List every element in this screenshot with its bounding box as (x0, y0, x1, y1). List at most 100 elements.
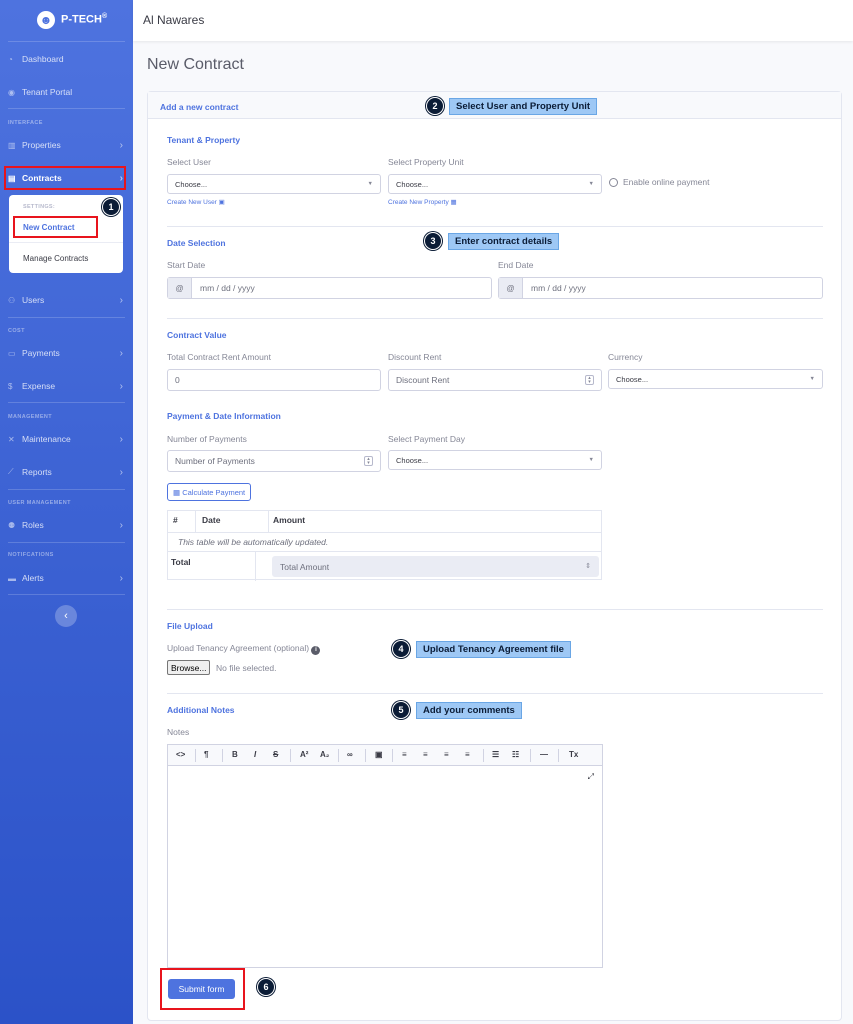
chevron-right-icon: › (119, 519, 123, 531)
dollar-icon: $ (8, 381, 13, 391)
callout-badge-6: 6 (257, 978, 275, 996)
section-tenant-property: Tenant & Property (167, 135, 241, 145)
bullet-list-icon[interactable]: ☰ (492, 750, 499, 759)
sidebar-divider (8, 41, 125, 42)
total-rent-label: Total Contract Rent Amount (167, 352, 271, 362)
calculate-payment-button[interactable]: ▦ Calculate Payment (167, 483, 252, 501)
sidebar-item-payments[interactable]: ▭ Payments › (8, 343, 125, 363)
roles-icon: ⚉ (8, 520, 16, 530)
strikethrough-icon[interactable]: S (273, 750, 278, 759)
callout-badge-2: 2 (426, 97, 444, 115)
currency-label: Currency (608, 352, 643, 362)
callout-upload-file: Upload Tenancy Agreement file (416, 641, 571, 658)
submenu-manage-contracts[interactable]: Manage Contracts (23, 254, 88, 263)
updown-icon: ⇕ (585, 563, 591, 570)
editor-toolbar: <> ¶ B I S A² A₂ ∞ ▣ ≡ ≡ ≡ ≡ ☰ ☷ — Tx (168, 745, 602, 766)
caret-down-icon: ▼ (588, 181, 594, 187)
start-date-input[interactable]: @ mm / dd / yyyy (167, 277, 492, 299)
user-name[interactable]: Al Nawares (143, 13, 204, 27)
align-right-icon[interactable]: ≡ (444, 750, 449, 759)
callout-select-user: Select User and Property Unit (449, 98, 598, 115)
sidebar-item-tenant-portal[interactable]: ◉ Tenant Portal (8, 82, 125, 102)
online-payment-radio[interactable] (609, 178, 618, 187)
section-divider (167, 609, 823, 610)
select-property-unit-dropdown[interactable]: Choose... ▼ (388, 174, 602, 194)
smiley-logo-icon[interactable]: ☻ (37, 11, 55, 29)
create-new-property-link[interactable]: Create New Property ▦ (388, 198, 457, 206)
money-icon: ▭ (8, 348, 16, 358)
brand-name[interactable]: P-TECH® (61, 13, 107, 26)
notes-editor[interactable]: <> ¶ B I S A² A₂ ∞ ▣ ≡ ≡ ≡ ≡ ☰ ☷ — Tx ⤢ (167, 744, 603, 968)
info-icon: i (311, 646, 321, 655)
justify-icon[interactable]: ≡ (465, 750, 470, 759)
sidebar-item-users[interactable]: ⚇ Users › (8, 290, 125, 310)
currency-dropdown[interactable]: Choose... ▼ (608, 369, 823, 389)
subscript-icon[interactable]: A₂ (320, 750, 329, 759)
callout-badge-4: 4 (392, 640, 410, 658)
sidebar-item-roles[interactable]: ⚉ Roles › (8, 515, 125, 535)
num-payments-label: Number of Payments (167, 434, 247, 444)
table-total-label: Total (171, 557, 191, 567)
chart-icon: ⟋ (8, 467, 14, 476)
total-amount-input: Total Amount ⇕ (272, 556, 599, 577)
discount-rent-input[interactable]: Discount Rent ▴ ▾ (388, 369, 602, 391)
contracts-highlight (4, 166, 126, 190)
align-center-icon[interactable]: ≡ (423, 750, 428, 759)
new-contract-highlight (13, 216, 98, 238)
horizontal-rule-icon[interactable]: — (540, 750, 548, 759)
code-view-icon[interactable]: <> (176, 750, 185, 759)
sidebar-item-dashboard[interactable]: ◔ Dashboard (8, 49, 125, 69)
total-rent-input[interactable]: 0 (167, 369, 381, 391)
fullscreen-icon[interactable]: ⤢ (588, 772, 594, 782)
alerts-icon: ▬ (8, 573, 16, 583)
portal-icon: ◉ (8, 87, 15, 97)
image-icon[interactable]: ▣ (375, 750, 383, 759)
sidebar-heading-interface: INTERFACE (8, 120, 43, 126)
italic-icon[interactable]: I (254, 750, 256, 759)
upload-label: Upload Tenancy Agreement (optional) i (167, 643, 321, 655)
section-file-upload: File Upload (167, 621, 213, 631)
topbar: Al Nawares (133, 0, 853, 41)
select-unit-label: Select Property Unit (388, 157, 464, 167)
payment-day-dropdown[interactable]: Choose... ▼ (388, 450, 602, 470)
sidebar-heading-user-management: USER MANAGEMENT (8, 500, 71, 506)
callout-comments: Add your comments (416, 702, 522, 719)
sidebar-item-expense[interactable]: $ Expense › (8, 376, 125, 396)
tools-icon: ✕ (8, 434, 15, 444)
section-divider (167, 226, 823, 227)
page-title: New Contract (147, 56, 244, 73)
section-date-selection: Date Selection (167, 238, 226, 248)
section-contract-value: Contract Value (167, 330, 227, 340)
discount-rent-label: Discount Rent (388, 352, 442, 362)
spinner-icon[interactable]: ▴ ▾ (364, 456, 373, 466)
sidebar-item-alerts[interactable]: ▬ Alerts › (8, 568, 125, 588)
bold-icon[interactable]: B (232, 750, 238, 759)
clear-format-icon[interactable]: Tx (569, 750, 578, 759)
section-divider (167, 318, 823, 319)
table-header-index: # (173, 515, 178, 525)
callout-contract-details: Enter contract details (448, 233, 560, 250)
building-icon: ▥ (8, 140, 16, 150)
caret-down-icon: ▼ (809, 376, 815, 382)
table-header-amount: Amount (273, 515, 306, 525)
online-payment-label: Enable online payment (623, 177, 710, 187)
create-new-user-link[interactable]: Create New User ▣ (167, 198, 225, 206)
callout-badge-5: 5 (392, 701, 410, 719)
id-card-icon: ▣ (218, 199, 225, 206)
submit-form-button[interactable]: Submit form (168, 979, 235, 999)
sidebar-item-properties[interactable]: ▥ Properties › (8, 135, 125, 155)
numbered-list-icon[interactable]: ☷ (512, 750, 519, 759)
sidebar-toggle-button[interactable]: ‹ (55, 605, 77, 627)
spinner-icon[interactable]: ▴ ▾ (585, 375, 594, 385)
superscript-icon[interactable]: A² (300, 750, 308, 759)
select-user-dropdown[interactable]: Choose... ▼ (167, 174, 381, 194)
end-date-input[interactable]: @ mm / dd / yyyy (498, 277, 823, 299)
align-left-icon[interactable]: ≡ (402, 750, 407, 759)
paragraph-icon[interactable]: ¶ (204, 750, 208, 759)
browse-button[interactable]: Browse... (167, 660, 211, 675)
chevron-right-icon: › (119, 433, 123, 445)
num-payments-input[interactable]: Number of Payments ▴ ▾ (167, 450, 381, 472)
link-icon[interactable]: ∞ (347, 750, 353, 759)
sidebar-item-reports[interactable]: ⟋ Reports › (8, 462, 125, 482)
sidebar-item-maintenance[interactable]: ✕ Maintenance › (8, 429, 125, 449)
